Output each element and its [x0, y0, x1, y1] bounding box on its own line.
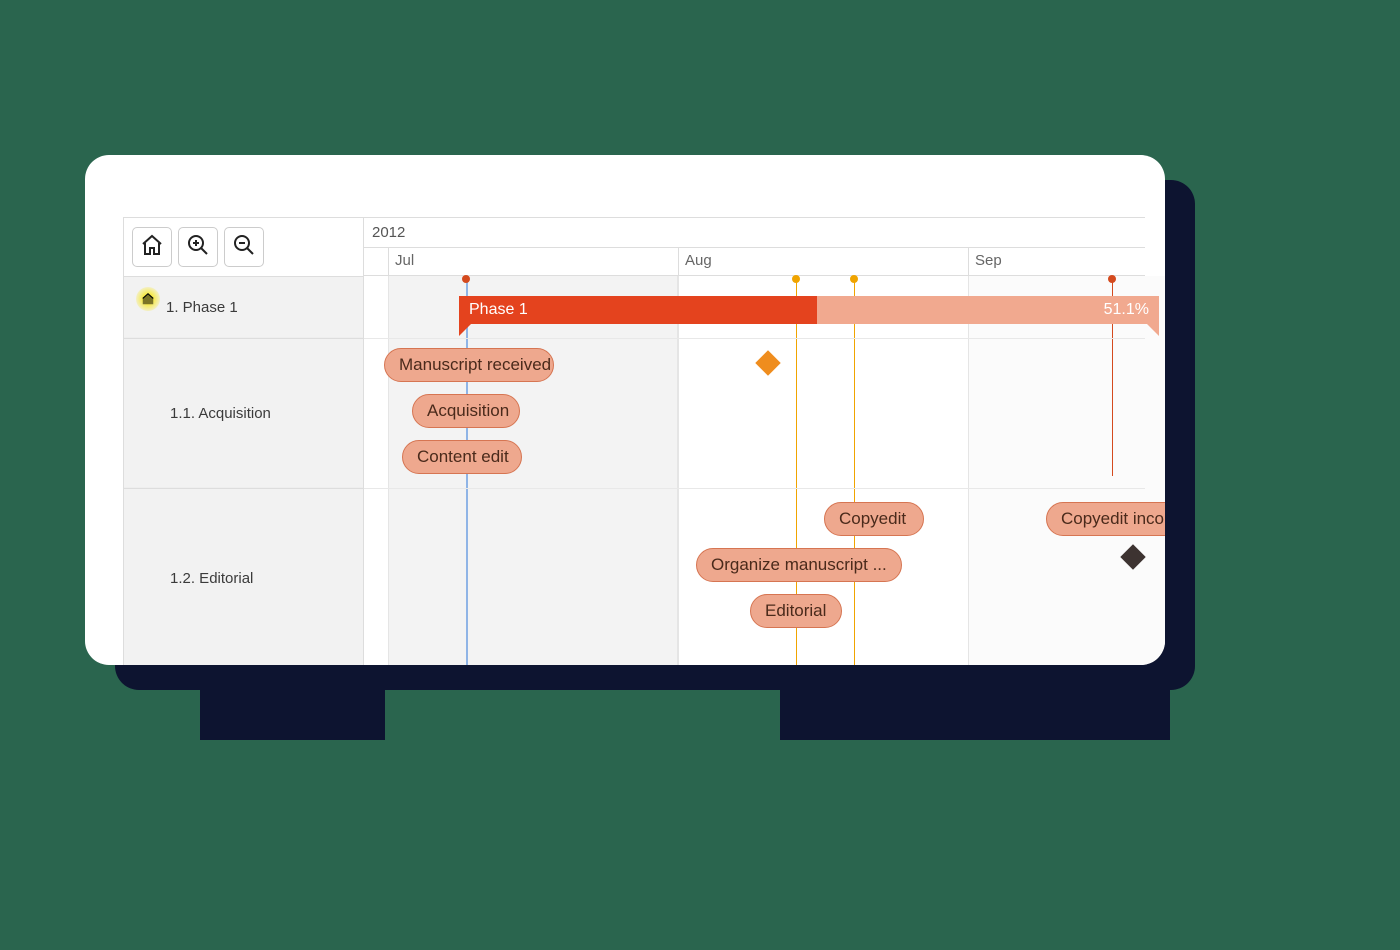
- task-label: Acquisition: [427, 401, 509, 421]
- grid-line: [388, 276, 389, 665]
- task-manuscript-received[interactable]: Manuscript received: [384, 348, 554, 382]
- task-label: Manuscript received: [399, 355, 551, 375]
- task-list-column: 1. Phase 1 1.1. Acquisition 1.2. Editori…: [124, 218, 364, 665]
- zoom-in-button[interactable]: [178, 227, 218, 267]
- milestone-orange-icon[interactable]: [755, 350, 780, 375]
- month-sep: Sep: [968, 248, 1008, 276]
- summary-progress: Phase 1: [459, 296, 817, 324]
- summary-tail: [1147, 324, 1159, 336]
- month-label: Aug: [685, 252, 712, 269]
- month-jul: Jul: [388, 248, 420, 276]
- summary-remaining: 51.1%: [817, 296, 1159, 324]
- task-label: Content edit: [417, 447, 509, 467]
- task-label: Editorial: [765, 601, 826, 621]
- month-label: Sep: [975, 252, 1002, 269]
- row-header-phase1[interactable]: 1. Phase 1: [124, 276, 363, 338]
- marker-dot: [850, 275, 858, 283]
- row-header-acquisition[interactable]: 1.1. Acquisition: [124, 338, 363, 488]
- home-icon: [140, 233, 164, 262]
- task-acquisition[interactable]: Acquisition: [412, 394, 520, 428]
- marker-dot: [792, 275, 800, 283]
- row-label: 1.1. Acquisition: [138, 405, 271, 422]
- shadow-leg: [780, 670, 1170, 740]
- row-divider: [364, 338, 1145, 339]
- row-label: 1.2. Editorial: [138, 570, 253, 587]
- zoom-out-icon: [232, 233, 256, 262]
- month-aug: Aug: [678, 248, 718, 276]
- task-label: Copyedit incorp: [1061, 509, 1165, 529]
- timeline-area: 2012 Jul Aug Sep: [364, 218, 1145, 665]
- summary-tail: [459, 324, 471, 336]
- summary-label: Phase 1: [469, 301, 528, 319]
- shadow-leg: [200, 670, 385, 740]
- zoom-out-button[interactable]: [224, 227, 264, 267]
- gantt-inner: 1. Phase 1 1.1. Acquisition 1.2. Editori…: [123, 217, 1145, 665]
- row-label: 1. Phase 1: [166, 299, 238, 316]
- task-label: Organize manuscript ...: [711, 555, 887, 575]
- milestone-dark-icon[interactable]: [1120, 544, 1145, 569]
- row-divider: [364, 488, 1145, 489]
- task-copyedit[interactable]: Copyedit: [824, 502, 924, 536]
- task-copyedit-incorp[interactable]: Copyedit incorp: [1046, 502, 1165, 536]
- summary-percent: 51.1%: [1104, 301, 1149, 319]
- gantt-card: 1. Phase 1 1.1. Acquisition 1.2. Editori…: [85, 155, 1165, 665]
- gantt-rows: Phase 1 51.1% Manuscript received Acqui: [364, 276, 1145, 665]
- month-header: Jul Aug Sep: [364, 248, 1145, 276]
- toolbar: [132, 227, 264, 267]
- expand-toggle-icon[interactable]: [136, 287, 160, 311]
- grid-line: [678, 276, 679, 665]
- year-header: 2012: [364, 218, 1145, 248]
- task-organize-manuscript[interactable]: Organize manuscript ...: [696, 548, 902, 582]
- home-button[interactable]: [132, 227, 172, 267]
- task-editorial[interactable]: Editorial: [750, 594, 842, 628]
- task-content-edit[interactable]: Content edit: [402, 440, 522, 474]
- grid-line: [968, 276, 969, 665]
- year-label: 2012: [372, 224, 405, 241]
- marker-dot: [1108, 275, 1116, 283]
- summary-bar: Phase 1 51.1%: [459, 296, 1159, 324]
- marker-line-orange: [854, 276, 855, 665]
- task-label: Copyedit: [839, 509, 906, 529]
- zoom-in-icon: [186, 233, 210, 262]
- summary-bar-phase1[interactable]: Phase 1 51.1%: [459, 296, 1159, 324]
- row-header-editorial[interactable]: 1.2. Editorial: [124, 488, 363, 665]
- marker-dot: [462, 275, 470, 283]
- month-label: Jul: [395, 252, 414, 269]
